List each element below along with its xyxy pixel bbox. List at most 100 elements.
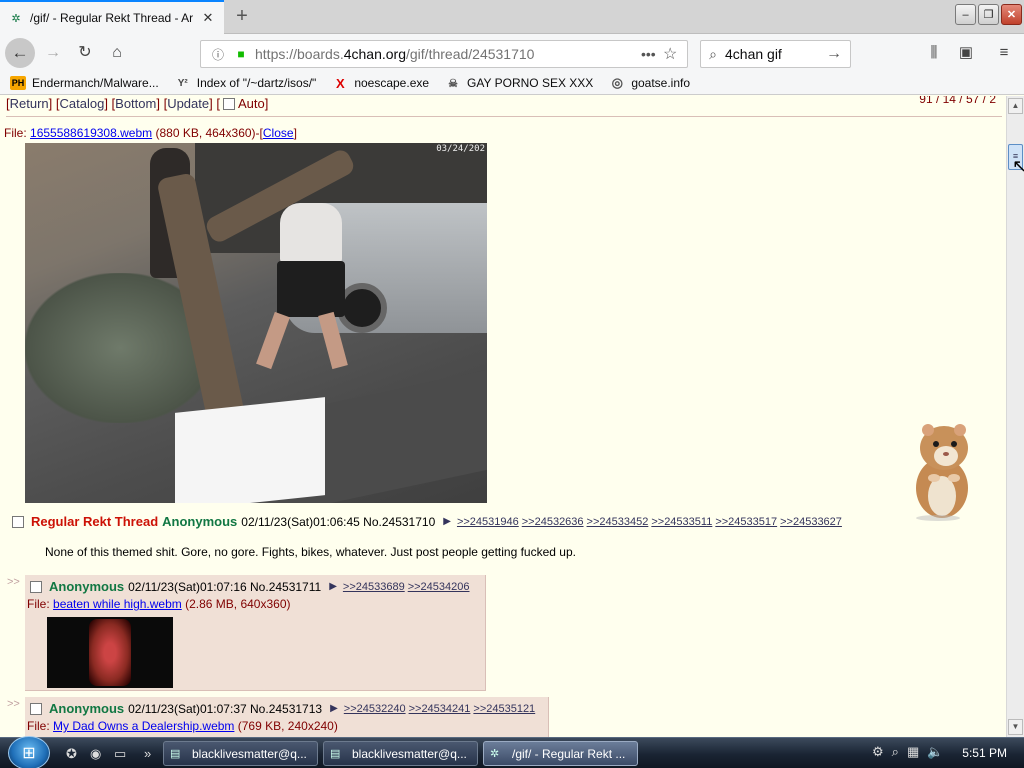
backlink[interactable]: >>24533452 (587, 516, 649, 528)
url-bar[interactable]: ⓘ ■ https://boards.4chan.org/gif/thread/… (200, 40, 688, 68)
backlink[interactable]: >>24533627 (780, 516, 842, 528)
back-arrow-icon: ← (11, 43, 29, 62)
quicklaunch-icon[interactable]: ✪ (66, 746, 77, 762)
search-go-icon[interactable]: → (826, 45, 850, 63)
menu-icon[interactable]: ≡ (994, 43, 1014, 63)
volume-icon[interactable]: 🔈 (927, 744, 943, 760)
auto-label: Auto (237, 96, 265, 111)
clover-icon: ✲ (11, 12, 21, 25)
quicklaunch-icon[interactable]: ◉ (90, 746, 101, 762)
backlink[interactable]: >>24532240 (344, 703, 406, 715)
close-tab-icon[interactable]: ✕ (200, 10, 216, 26)
search-input[interactable]: 4chan gif (725, 46, 826, 62)
auto-checkbox[interactable] (222, 98, 235, 110)
start-button[interactable]: ⊞ (8, 736, 50, 768)
backlink[interactable]: >>24532636 (522, 516, 584, 528)
video-thumbnail[interactable] (47, 617, 173, 688)
op-file-meta: (880 KB, 464x360)- (155, 126, 260, 140)
show-desktop-icon[interactable]: ▭ (114, 746, 126, 762)
taskbar-item[interactable]: ✲ /gif/ - Regular Rekt ... (483, 741, 638, 766)
tray-app-icon[interactable]: ⚙ (872, 744, 884, 760)
reply-header: Anonymous 02/11/23(Sat)01:07:16 No.24531… (27, 579, 483, 594)
mouse-cursor-icon: ↖ (1012, 156, 1024, 176)
backlink[interactable]: >>24533511 (651, 516, 712, 528)
post-menu-icon[interactable]: ▶ (329, 581, 337, 592)
tray-search-icon[interactable]: ⌕ (892, 744, 899, 760)
x-icon: X (335, 75, 345, 91)
forward-button[interactable]: → (42, 42, 64, 64)
bookmark-item[interactable]: ☠ GAY PORNO SEX XXX (445, 76, 593, 90)
windows-logo-icon: ⊞ (22, 745, 36, 762)
reply-select-checkbox[interactable] (30, 702, 42, 715)
backlink[interactable]: >>24533517 (715, 516, 777, 528)
reply-select-checkbox[interactable] (30, 580, 42, 593)
reply-side-arrows: >> (7, 698, 20, 710)
close-video-link[interactable]: Close (263, 126, 294, 140)
new-tab-button[interactable]: + (230, 5, 254, 29)
network-icon[interactable]: ▦ (907, 744, 919, 760)
reply-file-link[interactable]: beaten while high.webm (53, 597, 182, 611)
bookmark-label: Index of "/~dartz/isos/" (196, 76, 317, 90)
video-person-shorts (277, 261, 345, 317)
maximize-button[interactable]: ❐ (978, 4, 999, 25)
close-window-button[interactable]: ✕ (1001, 4, 1022, 25)
op-datetime: 02/11/23(Sat)01:06:45 (241, 514, 360, 529)
backlink[interactable]: >>24535121 (473, 703, 535, 715)
return-link[interactable]: Return (10, 96, 49, 111)
library-icon[interactable]: ⫼ (924, 43, 944, 63)
page-actions-icon[interactable]: ••• (641, 46, 663, 62)
file-prefix: File: (4, 126, 31, 140)
op-name: Anonymous (162, 514, 238, 529)
hamster-image (916, 424, 968, 521)
taskbar-item[interactable]: ▤ blacklivesmatter@q... (323, 741, 478, 766)
active-tab[interactable]: ✲ /gif/ - Regular Rekt Thread - Ar ✕ (0, 0, 224, 34)
op-select-checkbox[interactable] (12, 515, 24, 528)
bookmark-item[interactable]: X noescape.exe (332, 75, 429, 91)
update-link[interactable]: Update (167, 96, 209, 111)
window-controls: – ❐ ✕ (955, 4, 1022, 25)
bookmark-item[interactable]: ◎ goatse.info (609, 75, 691, 90)
bookmark-label: goatse.info (631, 76, 691, 90)
video-white-box (175, 397, 325, 503)
bookmark-item[interactable]: PH Endermanch/Malware... (10, 76, 159, 90)
backlink[interactable]: >>24534206 (408, 581, 470, 593)
reply-file-link[interactable]: My Dad Owns a Dealership.webm (53, 719, 234, 733)
webm-video-player[interactable]: 03/24/202 (25, 143, 487, 503)
home-icon: ⌂ (112, 44, 122, 61)
backlink[interactable]: >>24531946 (457, 516, 519, 528)
post-menu-icon[interactable]: ▶ (330, 703, 338, 714)
terminal-icon: ▤ (170, 748, 181, 760)
op-post: Regular Rekt Thread Anonymous 02/11/23(S… (9, 514, 999, 559)
op-file-link[interactable]: 1655588619308.webm (30, 126, 152, 140)
reply-datetime: 02/11/23(Sat)01:07:37 (128, 701, 247, 716)
op-post-number[interactable]: No.24531710 (363, 515, 435, 529)
scroll-up-icon[interactable]: ▲ (1008, 98, 1023, 114)
bookmark-star-icon[interactable]: ☆ (663, 44, 687, 64)
reload-icon: ↻ (78, 44, 92, 61)
info-icon[interactable]: ⓘ (209, 46, 227, 63)
sidebar-icon[interactable]: ▣ (956, 43, 976, 63)
reply-post-number[interactable]: No.24531711 (250, 580, 321, 594)
lock-icon[interactable]: ■ (233, 47, 249, 61)
skull-icon: ☠ (448, 77, 458, 90)
bookmark-item[interactable]: Y² Index of "/~dartz/isos/" (175, 76, 317, 90)
backlink[interactable]: >>24534241 (409, 703, 471, 715)
back-button[interactable]: ← (5, 38, 35, 68)
minimize-button[interactable]: – (955, 4, 976, 25)
quicklaunch-more-icon[interactable]: » (144, 746, 151, 761)
backlink[interactable]: >>24533689 (343, 581, 405, 593)
home-button[interactable]: ⌂ (106, 42, 128, 64)
search-bar[interactable]: ⌕ 4chan gif → (700, 40, 851, 68)
url-text[interactable]: https://boards.4chan.org/gif/thread/2453… (255, 46, 641, 62)
taskbar-item[interactable]: ▤ blacklivesmatter@q... (163, 741, 318, 766)
taskbar-clock[interactable]: 5:51 PM (962, 746, 1007, 760)
reply-post-number[interactable]: No.24531713 (250, 702, 322, 716)
reload-button[interactable]: ↻ (74, 42, 96, 64)
post-menu-icon[interactable]: ▶ (443, 516, 451, 527)
catalog-link[interactable]: Catalog (60, 96, 105, 111)
page-scrollbar[interactable]: ▲ ≡ ▼ (1006, 96, 1024, 737)
forward-arrow-icon: → (45, 44, 61, 61)
scroll-down-icon[interactable]: ▼ (1008, 719, 1023, 735)
tab-title: /gif/ - Regular Rekt Thread - Ar (30, 11, 194, 25)
bottom-link[interactable]: Bottom (115, 96, 156, 111)
